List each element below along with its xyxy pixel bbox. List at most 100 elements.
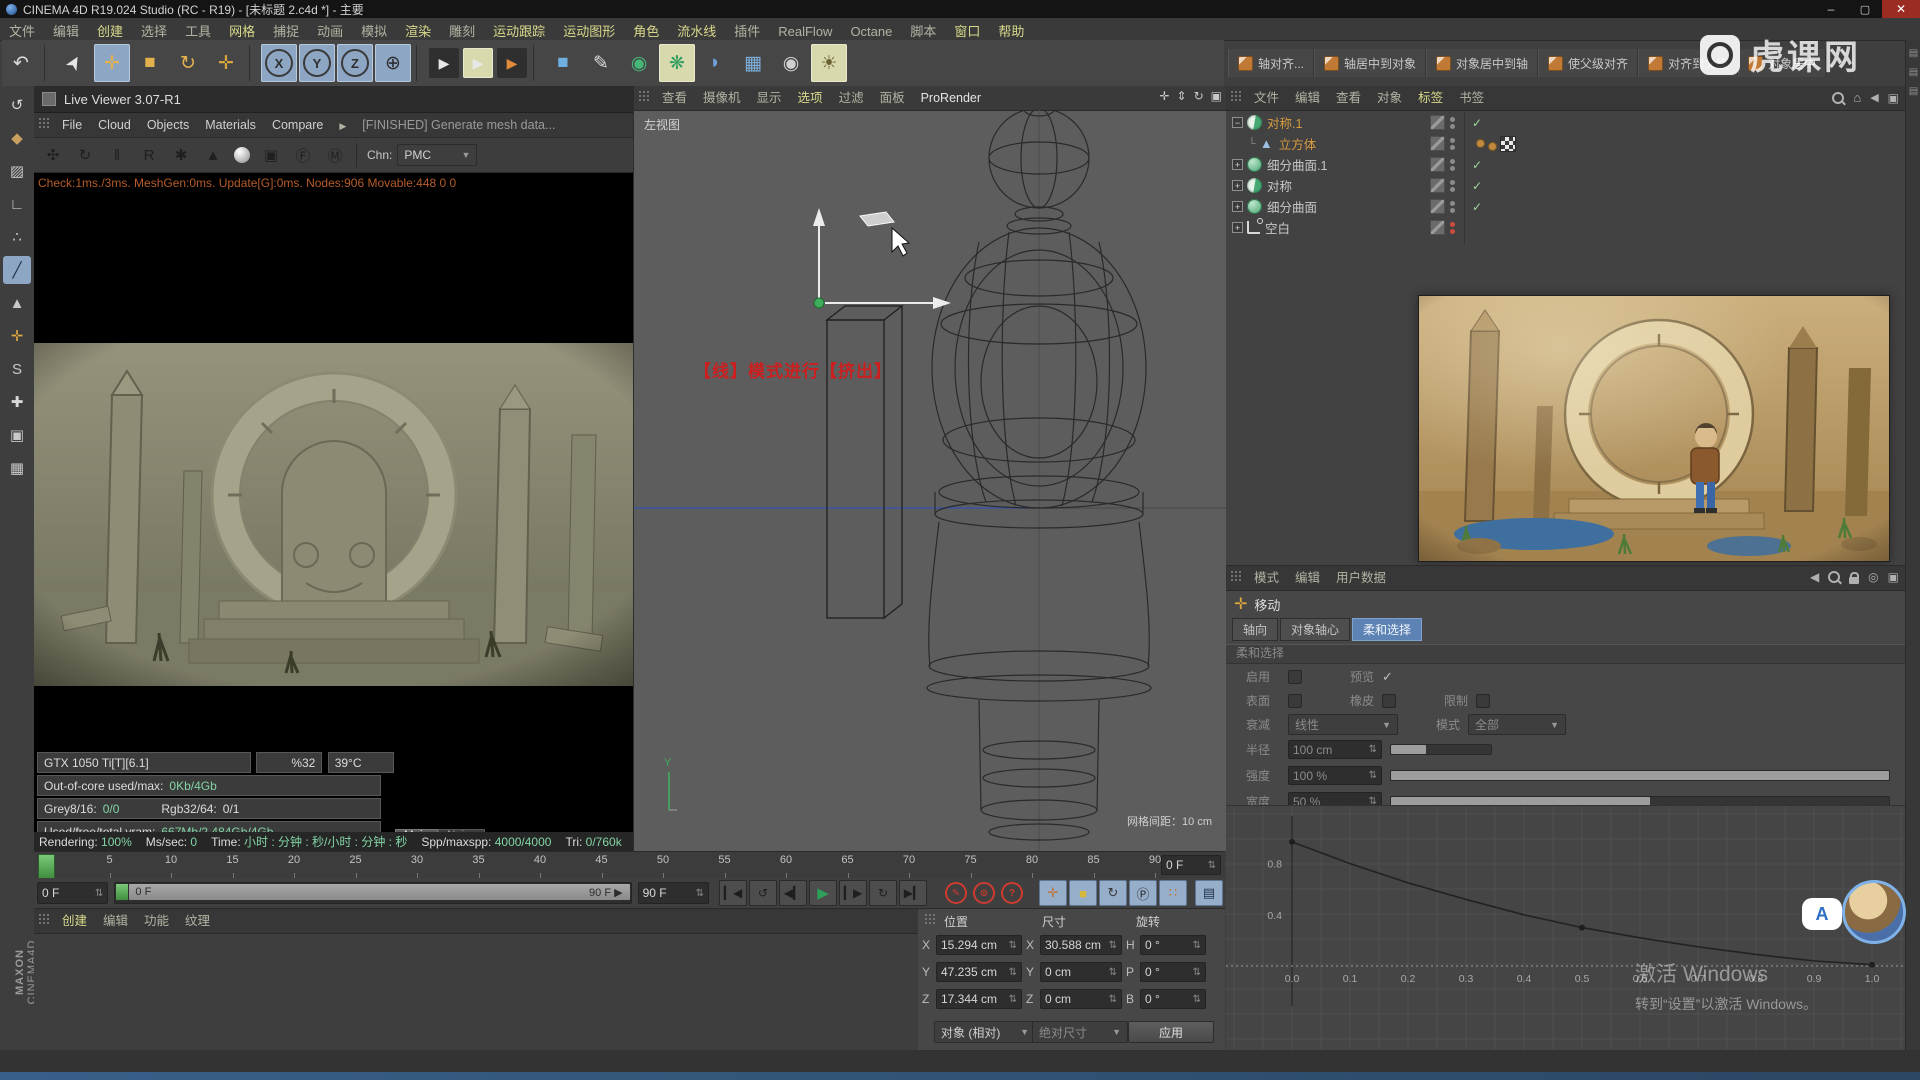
record-keyframe-button[interactable]: ✎: [945, 882, 967, 904]
viewport-menu-选项[interactable]: 选项: [790, 86, 831, 110]
timeline-panel-button[interactable]: ▤: [1195, 880, 1223, 906]
object-row-对称[interactable]: + 对称 ✓: [1226, 175, 1905, 196]
make-editable-icon[interactable]: ↺: [3, 91, 31, 119]
radius-slider[interactable]: [1390, 744, 1492, 755]
play-loop-button[interactable]: ↻: [869, 880, 897, 906]
coord-mode-dropdown[interactable]: 对象 (相对) ▼: [934, 1021, 1036, 1043]
visibility-dots[interactable]: [1450, 179, 1455, 192]
pin-material-icon[interactable]: Ⓜ: [324, 144, 346, 166]
search-icon[interactable]: [1832, 91, 1845, 104]
pan-view-icon[interactable]: ✛: [1159, 89, 1169, 103]
render-settings-icon[interactable]: ▶: [497, 48, 527, 78]
viewport-menu-摄像机[interactable]: 摄像机: [695, 86, 749, 110]
expand-toggle[interactable]: +: [1232, 159, 1243, 170]
visibility-dots[interactable]: [1450, 221, 1455, 234]
points-mode-icon[interactable]: ∴: [3, 223, 31, 251]
visibility-dots[interactable]: [1450, 116, 1455, 129]
viewport-menu-过滤[interactable]: 过滤: [831, 86, 872, 110]
layer-chip[interactable]: [1430, 115, 1445, 130]
falloff-curve[interactable]: 0.0 0.1 0.2 0.3 0.4 0.5 0.6 0.7 0.8 0.9 1.00.40.8: [1226, 806, 1905, 1080]
current-frame-field[interactable]: 0 F ⇅: [1161, 855, 1221, 875]
zoom-view-icon[interactable]: ⇕: [1177, 89, 1187, 103]
rotation-b-field[interactable]: 0 ° ⇅: [1140, 989, 1206, 1009]
lv-menu-materials[interactable]: Materials: [197, 113, 264, 137]
layer-chip[interactable]: [1430, 220, 1445, 235]
add-generator-icon[interactable]: ❋: [659, 44, 695, 82]
falloff-dropdown[interactable]: 线性 ▼: [1288, 714, 1398, 735]
expand-toggle[interactable]: +: [1232, 180, 1243, 191]
enable-axis-icon[interactable]: ✛: [3, 322, 31, 350]
lock-icon[interactable]: [1849, 571, 1860, 584]
panel-grip[interactable]: [638, 90, 650, 102]
preview-check[interactable]: ✓: [1382, 669, 1393, 685]
panel-tab-icon[interactable]: ▤: [1907, 48, 1920, 59]
lock-x-icon[interactable]: X: [261, 44, 297, 82]
pause-render-icon[interactable]: ‖: [106, 144, 128, 166]
center-axis-to-object-button[interactable]: 轴居中到对象: [1314, 49, 1427, 77]
live-selection-icon[interactable]: ➤: [49, 38, 100, 88]
go-to-start-button[interactable]: ▎◀: [719, 880, 747, 906]
back-icon[interactable]: ◀: [1870, 91, 1878, 104]
range-start-field[interactable]: 0 F ⇅: [37, 882, 109, 904]
polygons-mode-icon[interactable]: ▲: [3, 289, 31, 317]
range-end-field[interactable]: 90 F ⇅: [637, 882, 709, 904]
viewport-solo-icon[interactable]: S: [3, 355, 31, 383]
panel-grip[interactable]: [38, 117, 50, 129]
timeline-marker[interactable]: [38, 854, 55, 879]
record-position-button[interactable]: ✛: [1039, 880, 1067, 906]
record-parameter-button[interactable]: Ⓟ: [1129, 880, 1157, 906]
tab-柔和选择[interactable]: 柔和选择: [1352, 618, 1423, 641]
add-subdivision-icon[interactable]: ◉: [621, 44, 657, 82]
workplane-mode-icon[interactable]: ∟: [3, 190, 31, 218]
object-row-对称.1[interactable]: − 对称.1 ✓: [1226, 112, 1905, 133]
restart-render-icon[interactable]: ↻: [74, 144, 96, 166]
undo-icon[interactable]: ↶: [3, 44, 39, 82]
render-ball-icon[interactable]: [234, 147, 250, 163]
object-row-细分曲面[interactable]: + 细分曲面 ✓: [1226, 196, 1905, 217]
menu-RealFlow[interactable]: RealFlow: [769, 21, 841, 42]
lv-menu-file[interactable]: File: [54, 113, 90, 137]
layer-chip[interactable]: [1430, 178, 1445, 193]
generator-check[interactable]: ✓: [1472, 158, 1482, 172]
render-active-icon[interactable]: ▶: [463, 48, 493, 78]
play-backwards-button[interactable]: ↺: [749, 880, 777, 906]
add-spline-icon[interactable]: ✎: [583, 44, 619, 82]
menu-Octane[interactable]: Octane: [841, 21, 901, 42]
lock-z-icon[interactable]: Z: [337, 44, 373, 82]
texture-tag-icon[interactable]: [1500, 135, 1516, 152]
center-object-to-axis-button[interactable]: 对象居中到轴: [1426, 49, 1539, 77]
object-row-空白[interactable]: + 空白: [1226, 217, 1905, 238]
lock-y-icon[interactable]: Y: [299, 44, 335, 82]
om-menu-文件[interactable]: 文件: [1246, 86, 1287, 110]
panel-grip[interactable]: [38, 913, 50, 925]
axis-align-button[interactable]: 轴对齐...: [1228, 49, 1315, 77]
panel-grip[interactable]: [1230, 570, 1242, 582]
move-icon[interactable]: ✛: [94, 44, 130, 82]
apply-button[interactable]: 应用: [1128, 1021, 1214, 1043]
texture-mode-icon[interactable]: ▨: [3, 157, 31, 185]
scale-icon[interactable]: ■: [132, 44, 168, 82]
rotate-icon[interactable]: ↻: [170, 44, 206, 82]
enable-snap-icon[interactable]: ✚: [3, 388, 31, 416]
quantize-icon[interactable]: ▦: [3, 454, 31, 482]
mode-dropdown[interactable]: 全部 ▼: [1468, 714, 1567, 735]
panel-tab-icon[interactable]: ▤: [1907, 67, 1920, 78]
om-menu-编辑[interactable]: 编辑: [1287, 86, 1328, 110]
visibility-dots[interactable]: [1450, 158, 1455, 171]
add-floor-icon[interactable]: ▦: [735, 44, 771, 82]
add-camera-icon[interactable]: ◉: [773, 44, 809, 82]
search-icon[interactable]: [1828, 571, 1841, 583]
am-menu-用户数据[interactable]: 用户数据: [1328, 566, 1394, 590]
size-z-field[interactable]: 0 cm ⇅: [1040, 989, 1122, 1009]
am-menu-编辑[interactable]: 编辑: [1287, 566, 1328, 590]
mat-menu-编辑[interactable]: 编辑: [95, 909, 136, 933]
generator-check[interactable]: ✓: [1472, 179, 1482, 193]
rotation-p-field[interactable]: 0 ° ⇅: [1140, 962, 1206, 982]
om-menu-书签[interactable]: 书签: [1451, 86, 1492, 110]
history-back-icon[interactable]: ◀: [1810, 570, 1819, 584]
play-forwards-button[interactable]: ▶: [809, 880, 837, 906]
am-menu-模式[interactable]: 模式: [1246, 566, 1287, 590]
coordinate-system-icon[interactable]: ⊕: [375, 44, 411, 82]
add-cube-icon[interactable]: ■: [545, 44, 581, 82]
region-render-icon[interactable]: ▣: [260, 144, 282, 166]
